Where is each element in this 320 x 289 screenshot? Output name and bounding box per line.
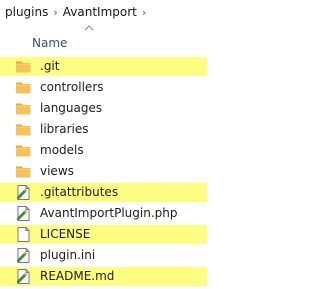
edit-document-icon — [15, 205, 32, 222]
folder-icon — [15, 79, 32, 96]
file-row[interactable]: controllers — [0, 78, 207, 97]
folder-icon — [15, 100, 32, 117]
chevron-up-icon — [84, 25, 94, 31]
file-name: languages — [40, 101, 103, 115]
file-row[interactable]: README.md — [0, 267, 207, 286]
file-name: LICENSE — [40, 227, 91, 241]
file-row[interactable]: models — [0, 141, 207, 160]
folder-icon — [15, 58, 32, 75]
breadcrumb-separator: › — [53, 5, 58, 19]
file-name: README.md — [40, 269, 115, 283]
document-icon — [15, 226, 32, 243]
file-row[interactable]: plugin.ini — [0, 246, 207, 265]
folder-icon — [15, 142, 32, 159]
file-name: libraries — [40, 122, 89, 136]
column-header-row: Name — [0, 24, 207, 57]
file-row[interactable]: languages — [0, 99, 207, 118]
name-column-header[interactable]: Name — [32, 36, 67, 50]
file-row[interactable]: LICENSE — [0, 225, 207, 244]
file-name: AvantImportPlugin.php — [40, 206, 178, 220]
file-name: views — [40, 164, 74, 178]
file-name: plugin.ini — [40, 248, 96, 262]
file-row[interactable]: views — [0, 162, 207, 181]
file-row[interactable]: .gitattributes — [0, 183, 207, 202]
breadcrumb-separator: › — [141, 5, 147, 19]
address-bar[interactable]: plugins › AvantImport › — [0, 0, 207, 25]
edit-document-icon — [15, 184, 32, 201]
file-name: .git — [40, 59, 60, 73]
edit-document-icon — [15, 247, 32, 264]
breadcrumb-plugins[interactable]: plugins — [0, 5, 50, 19]
file-row[interactable]: AvantImportPlugin.php — [0, 204, 207, 223]
file-name: controllers — [40, 80, 104, 94]
file-row[interactable]: libraries — [0, 120, 207, 139]
file-name: .gitattributes — [40, 185, 119, 199]
edit-document-icon — [15, 268, 32, 285]
file-name: models — [40, 143, 84, 157]
file-row[interactable]: .git — [0, 57, 207, 76]
folder-icon — [15, 121, 32, 138]
breadcrumb-avantimport[interactable]: AvantImport — [61, 5, 139, 19]
folder-icon — [15, 163, 32, 180]
